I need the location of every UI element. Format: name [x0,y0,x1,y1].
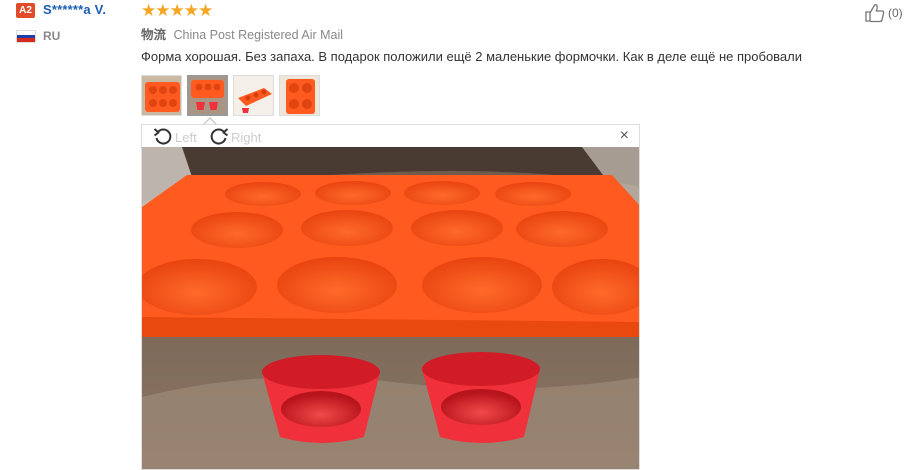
reviewer-country: RU [43,29,61,43]
thumbnail-1[interactable] [141,75,182,116]
shipping-label: 物流 [141,28,167,42]
helpful-button[interactable]: (0) [864,3,903,23]
rotate-left-button[interactable]: Left [152,126,197,148]
buyer-level-badge: A2 [16,3,35,18]
rotate-left-label: Left [175,129,197,145]
thumbs-up-icon[interactable] [864,3,886,23]
thumbnail-4[interactable] [279,75,320,116]
rotate-right-icon[interactable] [208,126,230,148]
reviewer-name: S******a V. [43,2,107,17]
star-rating: ★★★★★ [141,1,213,20]
rotate-right-label: Right [231,129,262,145]
image-viewer: Left Right × [141,124,640,470]
close-icon[interactable]: × [620,127,629,145]
review-thumbnails [141,75,320,116]
review-photo [142,147,639,469]
shipping-method: China Post Registered Air Mail [173,28,344,42]
viewer-toolbar: Left Right × [142,125,639,147]
thumbnail-3[interactable] [233,75,274,116]
country-flag-icon [16,30,36,43]
rotate-left-icon[interactable] [152,126,174,148]
review-text: Форма хорошая. Без запаха. В подарок пол… [141,49,803,64]
shipping-info: 物流 China Post Registered Air Mail [141,24,343,43]
rotate-right-button[interactable]: Right [208,126,261,148]
thumbnail-2[interactable] [187,75,228,116]
helpful-count: (0) [888,6,903,20]
